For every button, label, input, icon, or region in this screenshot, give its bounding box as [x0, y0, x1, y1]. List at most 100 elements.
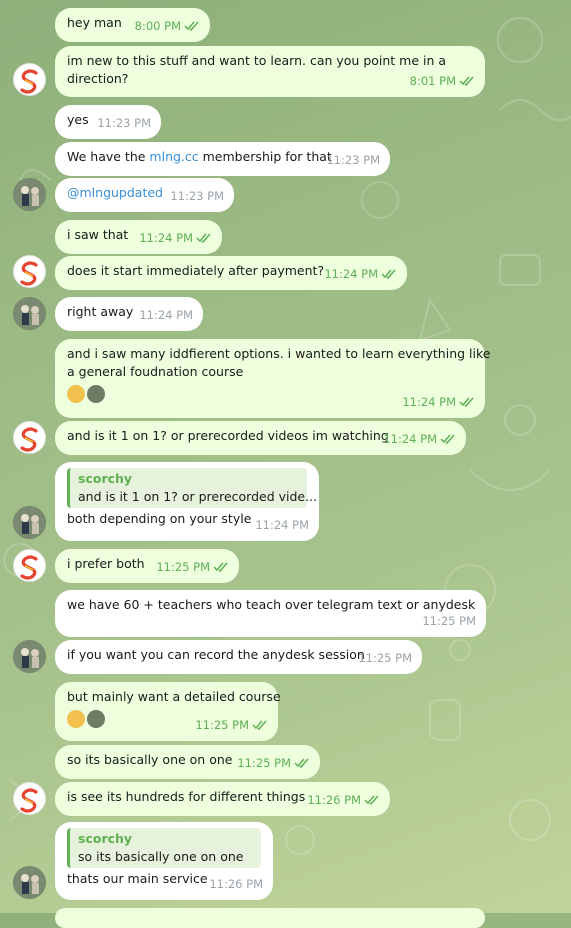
contact-photo-icon: [13, 506, 46, 539]
message-meta: 11:25 PM: [237, 754, 310, 772]
s-logo-icon: [20, 555, 38, 580]
message-text-line: a general foudnation course: [67, 364, 244, 379]
message-time: 11:25 PM: [156, 560, 210, 574]
mlng-link[interactable]: mlng.cc: [149, 149, 198, 164]
message-meta: 8:01 PM: [410, 72, 475, 90]
message-bubble[interactable]: and is it 1 on 1? or prerecorded videos …: [55, 421, 466, 455]
message-bubble[interactable]: right away 11:24 PM: [55, 297, 203, 331]
message-bubble[interactable]: and i saw many iddfierent options. i wan…: [55, 339, 491, 418]
message-time: 11:25 PM: [422, 614, 476, 628]
avatar-self[interactable]: [13, 255, 46, 288]
message-text: yes: [67, 112, 89, 127]
message-meta: 11:24 PM: [255, 516, 309, 534]
message-bubble[interactable]: so its basically one on one 11:25 PM: [55, 745, 320, 779]
read-checkmarks-icon: [184, 21, 199, 31]
message-text: right away: [67, 304, 134, 319]
message-bubble-partial[interactable]: [55, 908, 485, 928]
message-meta: 11:23 PM: [97, 114, 151, 132]
message-time: 8:01 PM: [409, 74, 456, 88]
message-bubble[interactable]: hey man 8:00 PM: [55, 8, 210, 42]
message-meta: 11:23 PM: [326, 151, 380, 169]
message-bubble[interactable]: i prefer both 11:25 PM: [55, 549, 239, 583]
message-bubble[interactable]: is see its hundreds for different things…: [55, 782, 390, 816]
read-checkmarks-icon: [459, 76, 474, 86]
message-time: 8:00 PM: [134, 19, 181, 33]
message-text: we have 60 + teachers who teach over tel…: [67, 597, 476, 612]
quote-text: and is it 1 on 1? or prerecorded vide...: [78, 489, 318, 504]
message-text: i prefer both: [67, 556, 145, 571]
message-bubble[interactable]: We have the mlng.cc membership for that …: [55, 142, 390, 176]
message-time: 11:23 PM: [97, 116, 151, 130]
message-time: 11:24 PM: [139, 308, 193, 322]
message-text-part: We have the: [67, 149, 150, 164]
read-checkmarks-icon: [213, 562, 228, 572]
contact-photo-icon: [13, 297, 46, 330]
people-emoji-icon: [87, 710, 105, 728]
message-text: We have the mlng.cc membership for that: [67, 149, 332, 164]
message-text: hey man: [67, 15, 122, 30]
message-time: 11:23 PM: [170, 189, 224, 203]
s-logo-icon: [20, 261, 38, 286]
contact-photo-icon: [13, 640, 46, 673]
message-text: but mainly want a detailed course: [67, 689, 281, 704]
read-checkmarks-icon: [364, 795, 379, 805]
avatar-contact[interactable]: [13, 178, 46, 211]
message-meta: 11:24 PM: [139, 229, 212, 247]
handshake-emoji-icon: [67, 385, 85, 403]
s-logo-icon: [20, 788, 38, 813]
avatar-contact[interactable]: [13, 640, 46, 673]
contact-photo-icon: [13, 178, 46, 211]
message-text-line: and i saw many iddfierent options. i wan…: [67, 346, 491, 361]
s-logo-icon: [20, 69, 38, 94]
avatar-contact[interactable]: [13, 506, 46, 539]
message-meta: 11:25 PM: [195, 716, 268, 734]
message-bubble[interactable]: yes 11:23 PM: [55, 105, 161, 139]
avatar-contact[interactable]: [13, 297, 46, 330]
avatar-self[interactable]: [13, 782, 46, 815]
message-time: 11:26 PM: [307, 793, 361, 807]
message-text-part: membership for that: [198, 149, 332, 164]
message-bubble[interactable]: im new to this stuff and want to learn. …: [55, 46, 485, 97]
message-time: 11:23 PM: [326, 153, 380, 167]
message-time: 11:24 PM: [139, 231, 193, 245]
message-bubble[interactable]: i saw that 11:24 PM: [55, 220, 222, 254]
message-bubble[interactable]: but mainly want a detailed course 11:25 …: [55, 682, 281, 741]
quote-author: scorchy: [78, 831, 133, 846]
message-text-line: im new to this stuff and want to learn. …: [67, 53, 447, 68]
message-meta: 11:25 PM: [156, 558, 229, 576]
message-bubble[interactable]: @mlngupdated 11:23 PM: [55, 178, 234, 212]
message-text: if you want you can record the anydesk s…: [67, 647, 365, 662]
avatar-self[interactable]: [13, 549, 46, 582]
mention-link[interactable]: @mlngupdated: [67, 185, 163, 200]
message-bubble[interactable]: does it start immediately after payment?…: [55, 256, 407, 290]
message-bubble[interactable]: we have 60 + teachers who teach over tel…: [55, 590, 486, 637]
people-emoji-icon: [87, 385, 105, 403]
read-checkmarks-icon: [196, 233, 211, 243]
message-time: 11:25 PM: [237, 756, 291, 770]
avatar-self[interactable]: [13, 421, 46, 454]
message-text: i saw that: [67, 227, 129, 242]
avatar-self[interactable]: [13, 63, 46, 96]
avatar-contact[interactable]: [13, 866, 46, 899]
message-meta: 11:26 PM: [307, 791, 380, 809]
reply-quote[interactable]: scorchy so its basically one on one: [67, 828, 261, 868]
message-time: 11:24 PM: [255, 518, 309, 532]
message-meta: 11:24 PM: [383, 430, 456, 448]
read-checkmarks-icon: [252, 720, 267, 730]
read-checkmarks-icon: [294, 758, 309, 768]
message-bubble[interactable]: scorchy so its basically one on one that…: [55, 822, 273, 900]
message-time: 11:24 PM: [383, 432, 437, 446]
message-time: 11:26 PM: [209, 877, 263, 891]
message-bubble[interactable]: scorchy and is it 1 on 1? or prerecorded…: [55, 462, 319, 541]
read-checkmarks-icon: [459, 397, 474, 407]
quote-text: so its basically one on one: [78, 849, 244, 864]
s-logo-icon: [20, 427, 38, 452]
message-text: so its basically one on one: [67, 752, 233, 767]
message-bubble[interactable]: if you want you can record the anydesk s…: [55, 640, 422, 674]
message-meta: 11:25 PM: [422, 612, 476, 630]
message-meta: 11:24 PM: [402, 393, 475, 411]
message-text: does it start immediately after payment?: [67, 263, 325, 278]
contact-photo-icon: [13, 866, 46, 899]
message-time: 11:24 PM: [402, 395, 456, 409]
reply-quote[interactable]: scorchy and is it 1 on 1? or prerecorded…: [67, 468, 318, 508]
